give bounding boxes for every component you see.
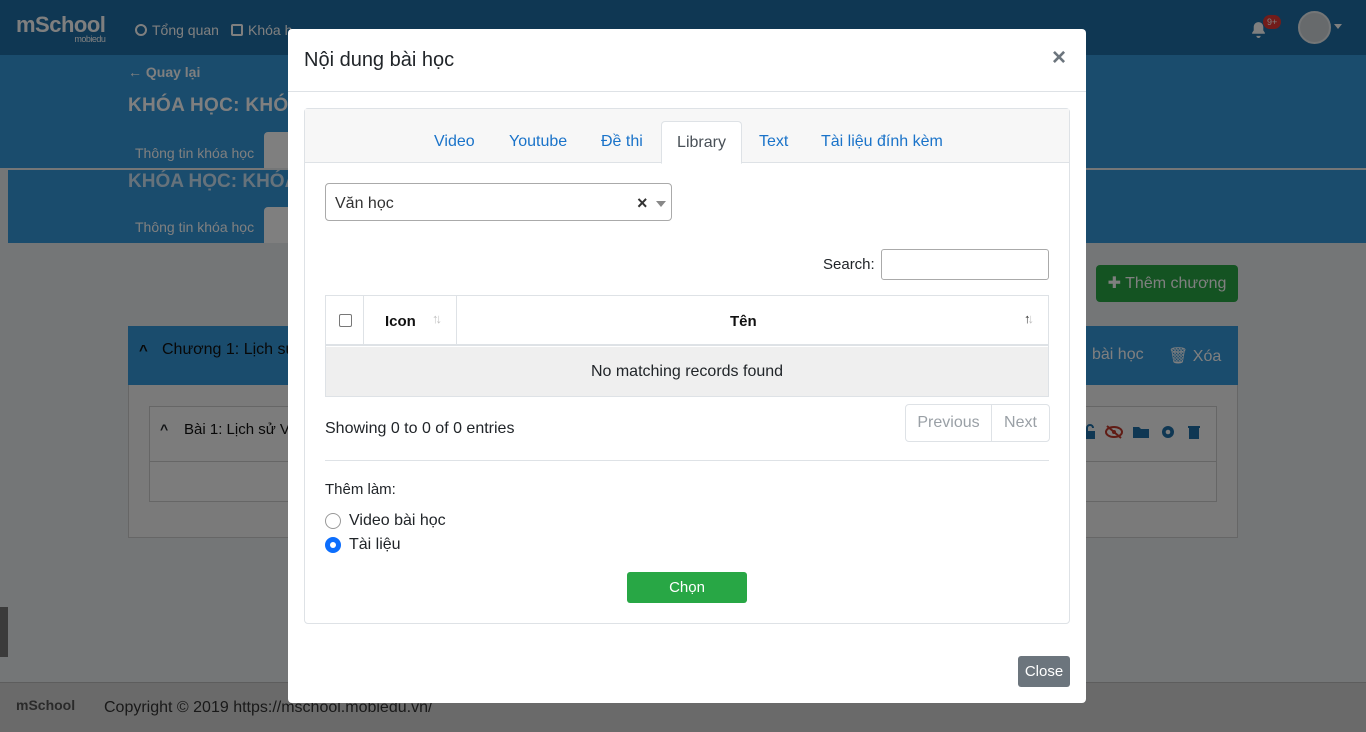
- tab-text[interactable]: Text: [759, 133, 788, 151]
- tab-video[interactable]: Video: [434, 133, 475, 151]
- column-divider: [363, 296, 364, 346]
- clear-icon[interactable]: ×: [637, 193, 648, 214]
- search-label: Search:: [823, 256, 875, 273]
- add-as-label: Thêm làm:: [325, 481, 396, 498]
- lesson-content-modal: Nội dung bài học × Video Youtube Đề thi …: [288, 29, 1086, 703]
- category-select[interactable]: Văn học ×: [325, 183, 672, 221]
- select-value: Văn học: [335, 195, 394, 212]
- table-info: Showing 0 to 0 of 0 entries: [325, 420, 515, 437]
- content-card: Video Youtube Đề thi Library Text Tài li…: [304, 108, 1070, 624]
- library-table: Icon ↑↓ Tên ↑↓ No matching records found: [325, 295, 1049, 397]
- choose-button[interactable]: Chọn: [627, 572, 747, 603]
- tab-library[interactable]: Library: [661, 121, 742, 164]
- tab-exam[interactable]: Đề thi: [601, 133, 643, 151]
- select-all-checkbox[interactable]: [339, 314, 352, 327]
- chevron-down-icon[interactable]: [656, 201, 666, 207]
- close-button[interactable]: Close: [1018, 656, 1070, 687]
- modal-title: Nội dung bài học: [304, 49, 455, 71]
- column-name-header[interactable]: Tên: [730, 313, 757, 330]
- sort-icon[interactable]: ↑↓: [432, 311, 442, 326]
- sort-asc-icon[interactable]: ↑↓: [1024, 311, 1034, 326]
- tab-attachments[interactable]: Tài liệu đính kèm: [821, 133, 943, 151]
- radio-button-checked[interactable]: [325, 537, 341, 553]
- column-divider: [456, 296, 457, 346]
- empty-message: No matching records found: [326, 347, 1048, 396]
- modal-header: Nội dung bài học ×: [288, 29, 1086, 92]
- table-header: Icon ↑↓ Tên ↑↓: [326, 296, 1048, 346]
- previous-button[interactable]: Previous: [906, 405, 991, 441]
- column-icon-header[interactable]: Icon: [385, 313, 416, 330]
- content-tabs: Video Youtube Đề thi Library Text Tài li…: [305, 109, 1069, 164]
- radio-button[interactable]: [325, 513, 341, 529]
- divider: [325, 460, 1049, 461]
- next-button[interactable]: Next: [992, 405, 1049, 441]
- pagination: Previous Next: [905, 404, 1050, 442]
- search-input[interactable]: [881, 249, 1049, 280]
- close-icon[interactable]: ×: [1052, 46, 1066, 70]
- tab-youtube[interactable]: Youtube: [509, 133, 567, 151]
